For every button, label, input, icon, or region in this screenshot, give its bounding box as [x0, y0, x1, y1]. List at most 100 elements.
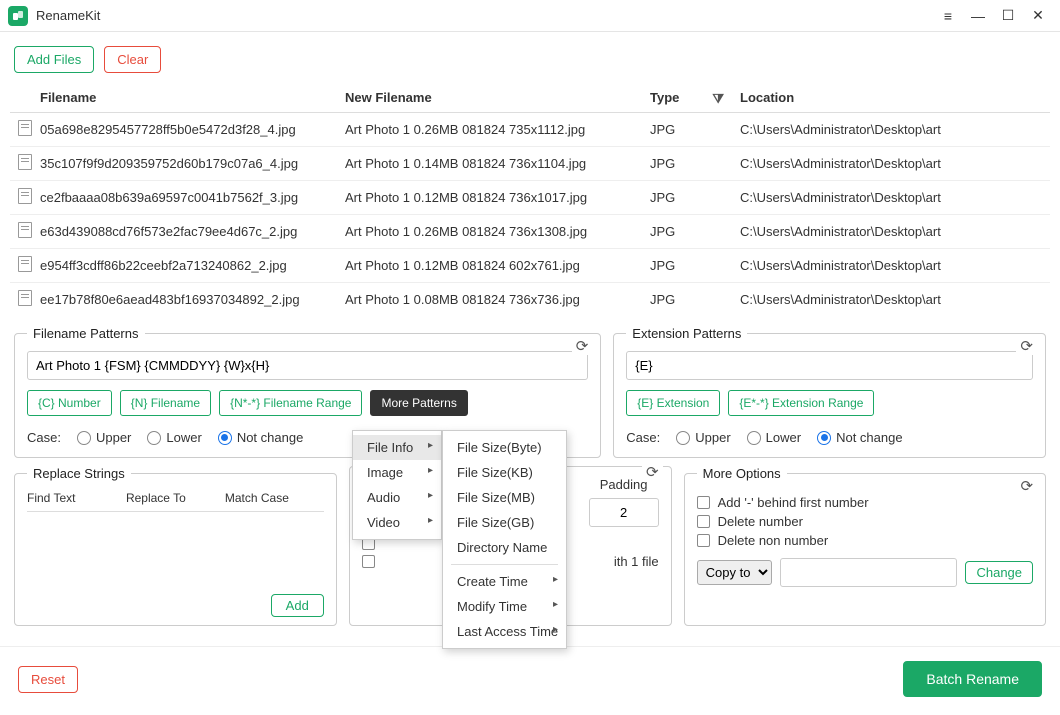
- case-notchange-radio[interactable]: Not change: [218, 430, 304, 445]
- menu-modify-time[interactable]: Modify Time: [443, 594, 566, 619]
- menu-filesize-mb[interactable]: File Size(MB): [443, 485, 566, 510]
- footer: Reset Batch Rename: [0, 646, 1060, 715]
- cell-filename: ce2fbaaaa08b639a69597c0041b7562f_3.jpg: [32, 181, 337, 215]
- ext-case-lower-radio[interactable]: Lower: [747, 430, 801, 445]
- col-new-filename[interactable]: New Filename: [337, 83, 642, 113]
- ext-case-upper-radio[interactable]: Upper: [676, 430, 730, 445]
- table-row[interactable]: ce2fbaaaa08b639a69597c0041b7562f_3.jpg A…: [10, 181, 1050, 215]
- file-info-submenu: File Size(Byte) File Size(KB) File Size(…: [442, 430, 567, 649]
- menu-directory-name[interactable]: Directory Name: [443, 535, 566, 560]
- restart-label: ith 1 file: [614, 554, 659, 569]
- more-patterns-menu: File Info Image Audio Video: [352, 430, 442, 540]
- close-icon[interactable]: ✕: [1024, 4, 1052, 28]
- file-icon: [18, 290, 32, 306]
- add-replace-button[interactable]: Add: [271, 594, 324, 617]
- replace-strings-panel: Replace Strings Find Text Replace To Mat…: [14, 466, 337, 626]
- filter-icon[interactable]: ⧩: [712, 91, 724, 107]
- cell-type: JPG: [642, 113, 732, 147]
- copy-to-select[interactable]: Copy to: [697, 560, 772, 585]
- pattern-c-button[interactable]: {C} Number: [27, 390, 112, 416]
- pattern-n-button[interactable]: {N} Filename: [120, 390, 211, 416]
- cell-filename: e954ff3cdff86b22ceebf2a713240862_2.jpg: [32, 249, 337, 283]
- window-controls: ≡ — ☐ ✕: [934, 4, 1052, 28]
- app-title: RenameKit: [36, 8, 934, 23]
- pattern-e-range-button[interactable]: {E*-*} Extension Range: [728, 390, 874, 416]
- refresh-icon[interactable]: ⟳: [572, 337, 593, 355]
- pattern-range-button[interactable]: {N*-*} Filename Range: [219, 390, 362, 416]
- reset-button[interactable]: Reset: [18, 666, 78, 693]
- maximize-icon[interactable]: ☐: [994, 4, 1022, 28]
- cell-newname: Art Photo 1 0.14MB 081824 736x1104.jpg: [337, 147, 642, 181]
- menu-video[interactable]: Video: [353, 510, 441, 535]
- cell-filename: ee17b78f80e6aead483bf16937034892_2.jpg: [32, 283, 337, 317]
- table-row[interactable]: 05a698e8295457728ff5b0e5472d3f28_4.jpg A…: [10, 113, 1050, 147]
- table-row[interactable]: e63d439088cd76f573e2fac79ee4d67c_2.jpg A…: [10, 215, 1050, 249]
- menu-icon[interactable]: ≡: [934, 4, 962, 28]
- cell-location: C:\Users\Administrator\Desktop\art: [732, 181, 1050, 215]
- filename-pattern-input[interactable]: [27, 351, 588, 380]
- col-type[interactable]: Type⧩: [642, 83, 732, 113]
- table-row[interactable]: ee17b78f80e6aead483bf16937034892_2.jpg A…: [10, 283, 1050, 317]
- titlebar: RenameKit ≡ — ☐ ✕: [0, 0, 1060, 32]
- replace-to-col: Replace To: [126, 491, 225, 505]
- cell-filename: e63d439088cd76f573e2fac79ee4d67c_2.jpg: [32, 215, 337, 249]
- case-upper-radio[interactable]: Upper: [77, 430, 131, 445]
- ext-case-notchange-radio[interactable]: Not change: [817, 430, 903, 445]
- cell-newname: Art Photo 1 0.26MB 081824 736x1308.jpg: [337, 215, 642, 249]
- extension-pattern-input[interactable]: [626, 351, 1033, 380]
- padding-input[interactable]: [589, 498, 659, 527]
- menu-filesize-gb[interactable]: File Size(GB): [443, 510, 566, 535]
- refresh-icon[interactable]: ⟳: [1016, 477, 1037, 495]
- app-icon: [8, 6, 28, 26]
- cell-type: JPG: [642, 283, 732, 317]
- table-header-row: Filename New Filename Type⧩ Location: [10, 83, 1050, 113]
- menu-filesize-kb[interactable]: File Size(KB): [443, 460, 566, 485]
- copy-to-path[interactable]: [780, 558, 958, 587]
- batch-rename-button[interactable]: Batch Rename: [903, 661, 1042, 697]
- minimize-icon[interactable]: —: [964, 4, 992, 28]
- replace-body: [27, 512, 324, 592]
- menu-image[interactable]: Image: [353, 460, 441, 485]
- file-icon: [18, 222, 32, 238]
- col-filename[interactable]: Filename: [32, 83, 337, 113]
- table-row[interactable]: 35c107f9f9d209359752d60b179c07a6_4.jpg A…: [10, 147, 1050, 181]
- cell-newname: Art Photo 1 0.08MB 081824 736x736.jpg: [337, 283, 642, 317]
- case-lower-radio[interactable]: Lower: [147, 430, 201, 445]
- filename-patterns-legend: Filename Patterns: [27, 326, 145, 341]
- add-files-button[interactable]: Add Files: [14, 46, 94, 73]
- cell-location: C:\Users\Administrator\Desktop\art: [732, 249, 1050, 283]
- more-options-legend: More Options: [697, 466, 787, 481]
- menu-audio[interactable]: Audio: [353, 485, 441, 510]
- refresh-icon[interactable]: ⟳: [642, 463, 663, 481]
- menu-last-access-time[interactable]: Last Access Time: [443, 619, 566, 644]
- add-dash-checkbox[interactable]: [697, 496, 710, 509]
- cell-newname: Art Photo 1 0.12MB 081824 736x1017.jpg: [337, 181, 642, 215]
- case-label: Case:: [27, 430, 61, 445]
- cell-type: JPG: [642, 215, 732, 249]
- clear-button[interactable]: Clear: [104, 46, 161, 73]
- pattern-e-button[interactable]: {E} Extension: [626, 390, 720, 416]
- cell-type: JPG: [642, 147, 732, 181]
- replace-strings-legend: Replace Strings: [27, 466, 131, 481]
- change-button[interactable]: Change: [965, 561, 1033, 584]
- menu-file-info[interactable]: File Info: [353, 435, 441, 460]
- toolbar: Add Files Clear: [0, 32, 1060, 83]
- cell-location: C:\Users\Administrator\Desktop\art: [732, 113, 1050, 147]
- case-label: Case:: [626, 430, 660, 445]
- replace-header: Find Text Replace To Match Case: [27, 491, 324, 512]
- cell-filename: 05a698e8295457728ff5b0e5472d3f28_4.jpg: [32, 113, 337, 147]
- refresh-icon[interactable]: ⟳: [1016, 337, 1037, 355]
- file-icon: [18, 256, 32, 272]
- menu-filesize-byte[interactable]: File Size(Byte): [443, 435, 566, 460]
- more-options-panel: More Options ⟳ Add '-' behind first numb…: [684, 466, 1046, 626]
- match-case-col: Match Case: [225, 491, 324, 505]
- delete-number-checkbox[interactable]: [697, 515, 710, 528]
- cell-newname: Art Photo 1 0.12MB 081824 602x761.jpg: [337, 249, 642, 283]
- file-icon: [18, 188, 32, 204]
- delete-nonnumber-checkbox[interactable]: [697, 534, 710, 547]
- col-location[interactable]: Location: [732, 83, 1050, 113]
- seq-chk2[interactable]: [362, 555, 375, 568]
- more-patterns-button[interactable]: More Patterns: [370, 390, 467, 416]
- table-row[interactable]: e954ff3cdff86b22ceebf2a713240862_2.jpg A…: [10, 249, 1050, 283]
- menu-create-time[interactable]: Create Time: [443, 569, 566, 594]
